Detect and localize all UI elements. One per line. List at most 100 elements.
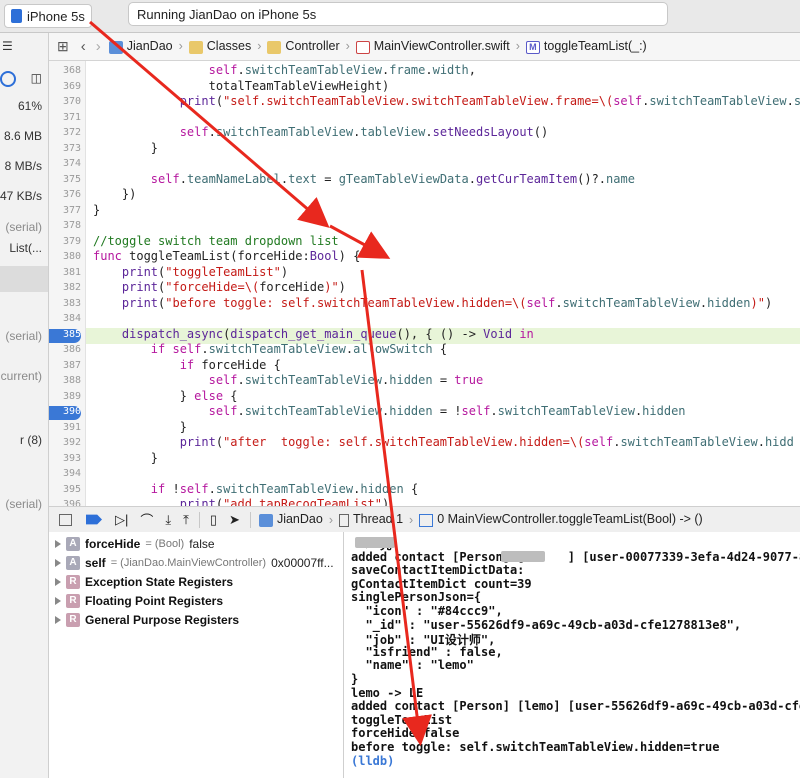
line-number[interactable]: 372 xyxy=(49,127,81,138)
debug-frame-crumb[interactable]: 0 MainViewController.toggleTeamList(Bool… xyxy=(419,512,703,527)
view-debugger-icon[interactable]: ▯ xyxy=(210,512,217,528)
source-editor[interactable]: 368 369 370 371 372 373 374 375 376 377 378 379 380 3… xyxy=(49,61,800,506)
breakpoint-marker[interactable]: 390 xyxy=(49,406,81,420)
debug-thread-crumb[interactable]: Thread 1 xyxy=(339,512,403,527)
code-line[interactable]: }) xyxy=(93,187,136,201)
code-line[interactable]: //toggle switch team dropdown list xyxy=(93,234,339,248)
line-number[interactable]: 384 xyxy=(49,313,81,324)
variable-row[interactable]: Aself = (JianDao.MainViewController) 0x000… xyxy=(55,554,334,572)
step-over-icon[interactable]: ⌒ xyxy=(140,510,153,529)
code-line[interactable]: print("toggleTeamList") xyxy=(93,265,288,279)
line-number[interactable]: 395 xyxy=(49,484,81,495)
line-number[interactable]: 388 xyxy=(49,375,81,386)
disclosure-triangle-icon[interactable] xyxy=(55,616,61,624)
continue-icon[interactable]: ▷| xyxy=(115,512,128,528)
line-number[interactable]: 380 xyxy=(49,251,81,262)
line-number[interactable]: 373 xyxy=(49,143,81,154)
step-out-icon[interactable]: ⤒ xyxy=(183,512,189,528)
code-line[interactable]: print("self.switchTeamTableView.switchTe… xyxy=(93,94,800,108)
breadcrumb-file[interactable]: MainViewController.swift xyxy=(355,39,510,54)
back-chevron-icon[interactable]: ‹ xyxy=(81,38,86,55)
code-line[interactable]: if !self.switchTeamTableView.hidden { xyxy=(93,482,418,496)
line-number[interactable]: 396 xyxy=(49,499,81,506)
line-number[interactable]: 377 xyxy=(49,205,81,216)
line-number[interactable]: 378 xyxy=(49,220,81,231)
variable-row[interactable]: R Exception State Registers xyxy=(55,573,243,591)
line-number[interactable]: 387 xyxy=(49,360,81,371)
breadcrumb-folder-classes[interactable]: Classes xyxy=(188,39,251,54)
code-line[interactable]: if self.switchTeamTableView.allowSwitch … xyxy=(93,342,447,356)
breadcrumb-project[interactable]: JianDao xyxy=(108,39,173,54)
variable-row[interactable]: AforceHide = (Bool) false xyxy=(55,535,215,553)
frame-item-selected[interactable]: List(... xyxy=(9,241,42,255)
breadcrumb-folder-controller[interactable]: Controller xyxy=(267,39,340,54)
line-number[interactable]: 393 xyxy=(49,453,81,464)
code-line[interactable]: func toggleTeamList(forceHide:Bool) { xyxy=(93,249,360,263)
line-number[interactable]: 376 xyxy=(49,189,81,200)
line-number[interactable]: 368 xyxy=(49,65,81,76)
line-number[interactable]: 371 xyxy=(49,112,81,123)
line-number[interactable]: 389 xyxy=(49,391,81,402)
code-line[interactable]: self.switchTeamTableView.hidden = !self.… xyxy=(93,404,686,418)
variable-row[interactable]: R General Purpose Registers xyxy=(55,611,249,629)
code-line[interactable]: } else { xyxy=(93,389,238,403)
line-number[interactable]: 369 xyxy=(49,81,81,92)
code-line[interactable]: totalTeamTableViewHeight) xyxy=(93,79,390,93)
disclosure-triangle-icon[interactable] xyxy=(55,559,61,567)
line-number[interactable]: 391 xyxy=(49,422,81,433)
breadcrumb-method[interactable]: MtoggleTeamList(_:) xyxy=(525,39,647,54)
code-line[interactable]: if forceHide { xyxy=(93,358,281,372)
line-number[interactable]: 383 xyxy=(49,298,81,309)
code-line[interactable]: } xyxy=(93,141,158,155)
variable-name: self xyxy=(85,556,106,570)
step-into-icon[interactable]: ⤓ xyxy=(165,512,171,528)
code-line[interactable]: print("forceHide=\(forceHide)") xyxy=(93,280,346,294)
line-number[interactable]: 394 xyxy=(49,468,81,479)
related-items-grid-icon[interactable]: ⊞ xyxy=(57,38,69,55)
line-number[interactable]: 375 xyxy=(49,174,81,185)
code-line[interactable]: self.switchTeamTableView.hidden = true xyxy=(93,373,484,387)
code-line[interactable]: print("after toggle: self.switchTeamTabl… xyxy=(93,435,794,449)
breakpoint-marker[interactable]: 385 xyxy=(49,328,81,343)
hide-debug-area-icon[interactable] xyxy=(59,513,72,526)
code-line[interactable]: dispatch_async(dispatch_get_main_queue()… xyxy=(93,327,534,341)
line-number[interactable]: 370 xyxy=(49,96,81,107)
sidebar-toggle-icon[interactable]: ◫ xyxy=(31,71,42,85)
simulate-location-icon[interactable]: ➤ xyxy=(229,512,240,528)
cpu-usage[interactable]: 61% xyxy=(18,99,42,113)
code-line[interactable]: print("before toggle: self.switchTeamTab… xyxy=(93,296,772,310)
breakpoints-toggle-icon[interactable] xyxy=(86,514,102,525)
code-line[interactable]: } xyxy=(93,203,100,217)
code-line[interactable]: self.switchTeamTableView.tableView.setNe… xyxy=(93,125,549,139)
line-number[interactable]: 379 xyxy=(49,236,81,247)
console-output[interactable]: -> 亮added contact [Person] [ ] [user-000… xyxy=(344,532,800,778)
disclosure-triangle-icon[interactable] xyxy=(55,597,61,605)
line-number[interactable]: 392 xyxy=(49,437,81,448)
disclosure-triangle-icon[interactable] xyxy=(55,578,61,586)
list-icon[interactable]: ☰ xyxy=(2,39,13,53)
code-line[interactable]: print("add tapRecogTeamList") xyxy=(93,497,390,506)
line-number[interactable]: 386 xyxy=(49,344,81,355)
thread-queue-item[interactable]: (serial) xyxy=(5,220,42,234)
line-number[interactable]: 382 xyxy=(49,282,81,293)
memory-usage[interactable]: 8.6 MB xyxy=(4,129,42,143)
debug-app-crumb[interactable]: JianDao xyxy=(258,512,323,527)
disk-usage[interactable]: 8 MB/s xyxy=(5,159,42,173)
line-number[interactable]: 381 xyxy=(49,267,81,278)
thread-queue-item[interactable]: current) xyxy=(1,369,42,383)
line-number-gutter[interactable]: 368 369 370 371 372 373 374 375 376 377 378 379 380 3… xyxy=(49,61,86,506)
thread-queue-item[interactable]: (serial) xyxy=(5,497,42,511)
network-usage[interactable]: 47 KB/s xyxy=(0,189,42,203)
code-line[interactable]: self.switchTeamTableView.frame.width, xyxy=(93,63,476,77)
variable-row[interactable]: R Floating Point Registers xyxy=(55,592,233,610)
variables-view[interactable]: AforceHide = (Bool) false Aself = (JianDao.M… xyxy=(49,532,344,778)
code-line[interactable]: } xyxy=(93,420,187,434)
forward-chevron-icon[interactable]: › xyxy=(96,38,101,55)
thread-queue-item[interactable]: (serial) xyxy=(5,329,42,343)
code-line[interactable]: self.teamNameLabel.text = gTeamTableView… xyxy=(93,172,635,186)
code-line[interactable]: } xyxy=(93,451,158,465)
thread-queue-item[interactable]: r (8) xyxy=(20,433,42,447)
disclosure-triangle-icon[interactable] xyxy=(55,540,61,548)
line-number[interactable]: 374 xyxy=(49,158,81,169)
scheme-device-selector[interactable]: iPhone 5s xyxy=(4,4,92,28)
